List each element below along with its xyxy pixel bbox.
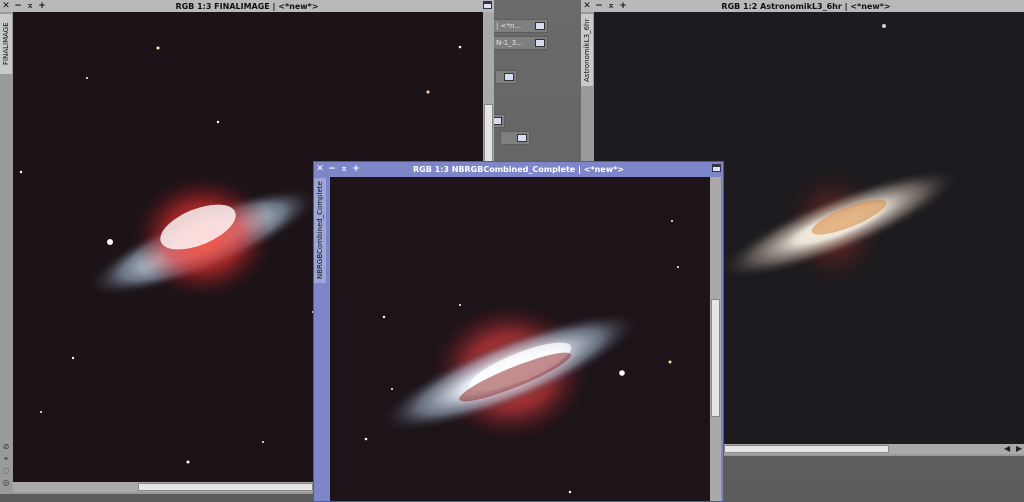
horizontal-scroll-thumb[interactable] — [138, 483, 313, 491]
window-title: RGB 1:3 NBRGBCombined_Complete | <*new*> — [413, 164, 624, 174]
vertical-scroll-thumb[interactable] — [484, 104, 493, 164]
zoom-control-icon[interactable]: ⊘ — [1, 442, 11, 452]
restore-icon[interactable] — [535, 39, 545, 47]
horizontal-scroll-thumb[interactable] — [724, 445, 889, 453]
iconized-window-label: | <*n... — [496, 22, 522, 30]
shade-icon[interactable]: ⌅ — [338, 163, 350, 175]
iconized-window-2[interactable]: N-1_3... — [492, 36, 548, 50]
iconized-window-5[interactable] — [500, 131, 530, 145]
view-id-tab[interactable]: AstronomikL3_6hr — [581, 14, 593, 86]
window-maximize-box-icon[interactable] — [712, 164, 721, 172]
iconized-window-1[interactable]: | <*n... — [492, 19, 548, 33]
galaxy-image — [330, 177, 711, 501]
close-icon[interactable]: ✕ — [581, 0, 593, 12]
titlebar[interactable]: ✕ − ⌅ + RGB 1:3 FINALIMAGE | <*new*> — [0, 0, 494, 12]
view-id-label: AstronomikL3_6hr — [583, 18, 591, 82]
minimize-icon[interactable]: − — [326, 163, 338, 175]
workspace: | <*n... N-1_3... ✕ − ⌅ + RGB 1:3 FINALI… — [0, 0, 1024, 502]
titlebar[interactable]: ✕ − ⌅ + RGB 1:3 NBRGBCombined_Complete |… — [314, 162, 723, 176]
iconized-window-3[interactable] — [495, 70, 517, 84]
close-icon[interactable]: ✕ — [0, 0, 12, 12]
restore-icon[interactable] — [504, 73, 514, 81]
maximize-icon[interactable]: + — [36, 0, 48, 12]
image-canvas[interactable] — [330, 177, 711, 501]
maximize-icon[interactable]: + — [350, 163, 362, 175]
scroll-right-icon[interactable]: ▶ — [1016, 444, 1022, 453]
view-id-tab[interactable]: NBRGBCombined_Complete — [314, 178, 326, 283]
close-icon[interactable]: ✕ — [314, 163, 326, 175]
view-id-label: NBRGBCombined_Complete — [316, 181, 324, 280]
shade-icon[interactable]: ⌅ — [605, 0, 617, 12]
stf-icon[interactable]: ◎ — [1, 478, 11, 488]
scroll-left-icon[interactable]: ◀ — [1004, 444, 1010, 453]
maximize-icon[interactable]: + — [617, 0, 629, 12]
titlebar[interactable]: ✕ − ⌅ + RGB 1:2 AstronomikL3_6hr | <*new… — [581, 0, 1024, 12]
shade-icon[interactable]: ⌅ — [24, 0, 36, 12]
mask-icon[interactable]: ◌ — [1, 466, 11, 476]
view-id-tab[interactable]: FINALIMAGE — [0, 14, 12, 74]
view-id-label: FINALIMAGE — [2, 22, 10, 66]
window-title: RGB 1:2 AstronomikL3_6hr | <*new*> — [721, 1, 891, 11]
restore-icon[interactable] — [535, 22, 545, 30]
vertical-scroll-thumb[interactable] — [711, 299, 720, 417]
minimize-icon[interactable]: − — [12, 0, 24, 12]
window-maximize-box-icon[interactable] — [483, 1, 492, 9]
restore-icon[interactable] — [517, 134, 527, 142]
iconized-window-label: N-1_3... — [496, 39, 523, 47]
minimize-icon[interactable]: − — [593, 0, 605, 12]
vertical-scrollbar[interactable] — [710, 177, 721, 501]
crosshair-icon[interactable]: ⌖ — [1, 454, 11, 464]
window-title: RGB 1:3 FINALIMAGE | <*new*> — [175, 1, 319, 11]
image-window-nbrgbcombined[interactable]: ✕ − ⌅ + RGB 1:3 NBRGBCombined_Complete |… — [313, 161, 724, 502]
